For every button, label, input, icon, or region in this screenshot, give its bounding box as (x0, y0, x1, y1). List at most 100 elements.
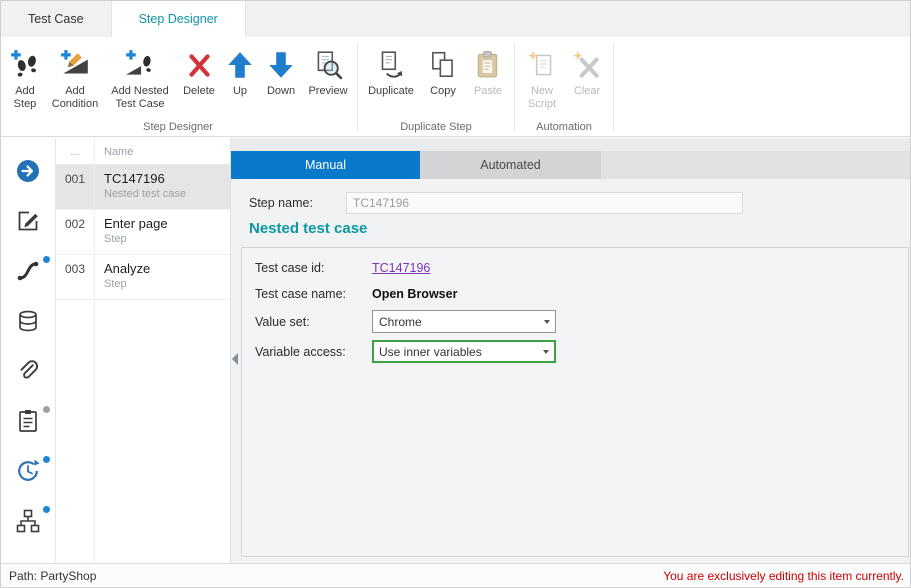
status-bar: Path: PartyShop You are exclusively edit… (1, 563, 910, 587)
collapse-panel-handle[interactable] (232, 353, 238, 365)
chevron-down-icon (543, 350, 549, 354)
edit-icon (15, 208, 41, 234)
checklist-icon (15, 408, 41, 434)
step-list: ... Name 001 TC147196 Nested test case 0… (56, 138, 231, 563)
sidebar-item-hierarchy[interactable] (15, 508, 41, 534)
test-case-id-label: Test case id: (255, 261, 372, 275)
sidebar-item-checklist[interactable] (15, 408, 41, 434)
step-row-name: TC147196 (104, 170, 186, 187)
app-window: Test Case Step Designer Ad (0, 0, 911, 588)
section-title: Nested test case (249, 220, 367, 237)
field-row-test-case-id: Test case id: TC147196 (255, 258, 898, 278)
add-nested-test-case-label: Add NestedTest Case (111, 85, 168, 111)
step-row-003[interactable]: 003 Analyze Step (56, 255, 230, 300)
clear-icon (570, 47, 604, 83)
tab-test-case[interactable]: Test Case (1, 1, 111, 37)
step-list-header: ... Name (56, 138, 230, 165)
delete-button[interactable]: Delete (177, 37, 221, 121)
status-exclusive-edit-message: You are exclusively editing this item cu… (663, 569, 904, 583)
copy-button[interactable]: Copy (420, 37, 466, 121)
ribbon-group-step-designer: Step Designer (3, 121, 353, 133)
step-name-label: Step name: (249, 196, 346, 210)
add-condition-button[interactable]: AddCondition (47, 37, 103, 121)
step-detail-body: Step name: Nested test case Test case id… (231, 179, 910, 563)
delete-icon (182, 47, 216, 83)
step-row-type: Nested test case (104, 187, 186, 202)
preview-label: Preview (308, 85, 347, 98)
step-name-row: Step name: (249, 192, 900, 214)
variable-access-label: Variable access: (255, 345, 372, 359)
new-script-label: NewScript (528, 85, 556, 111)
manual-automated-tabs: Manual Automated (231, 151, 910, 179)
hierarchy-icon (15, 508, 41, 534)
sidebar-item-data[interactable] (15, 308, 41, 334)
step-name-input[interactable] (346, 192, 743, 214)
preview-icon (311, 47, 345, 83)
ribbon: AddStep AddCondition (1, 37, 910, 137)
attachments-icon (15, 358, 41, 384)
ribbon-group-duplicate-step: Duplicate Step (362, 121, 510, 133)
step-row-type: Step (104, 277, 150, 292)
variable-access-dropdown[interactable]: Use inner variables (372, 340, 556, 363)
duplicate-icon (374, 47, 408, 83)
sidebar-item-attachments[interactable] (15, 358, 41, 384)
history-badge-dot (43, 456, 50, 463)
step-row-type: Step (104, 232, 168, 247)
column-header-number: ... (56, 138, 94, 164)
hierarchy-badge-dot (43, 506, 50, 513)
clear-button[interactable]: Clear (565, 37, 609, 121)
chevron-down-icon (544, 320, 550, 324)
ribbon-group-automation: Automation (519, 121, 609, 133)
step-row-name: Enter page (104, 215, 168, 232)
ribbon-group-separator (514, 43, 515, 131)
tab-strip-filler (601, 151, 910, 179)
column-header-name: Name (94, 138, 133, 164)
paste-label: Paste (474, 85, 502, 98)
up-arrow-icon (223, 47, 257, 83)
test-case-id-link[interactable]: TC147196 (372, 261, 430, 275)
down-arrow-icon (264, 47, 298, 83)
left-icon-rail (1, 138, 56, 563)
steps-badge-dot (43, 256, 50, 263)
sidebar-item-navigate[interactable] (15, 158, 41, 184)
add-nested-test-case-button[interactable]: Add NestedTest Case (103, 37, 177, 121)
sidebar-item-edit[interactable] (15, 208, 41, 234)
new-script-button[interactable]: NewScript (519, 37, 565, 121)
step-list-column-divider (94, 138, 95, 563)
step-row-002[interactable]: 002 Enter page Step (56, 210, 230, 255)
step-row-name: Analyze (104, 260, 150, 277)
sidebar-item-steps[interactable] (15, 258, 41, 284)
step-row-001[interactable]: 001 TC147196 Nested test case (56, 165, 230, 210)
paste-icon (471, 47, 505, 83)
value-set-dropdown[interactable]: Chrome (372, 310, 556, 333)
test-case-name-label: Test case name: (255, 287, 372, 301)
checklist-badge-dot (43, 406, 50, 413)
duplicate-button[interactable]: Duplicate (362, 37, 420, 121)
add-condition-icon (58, 47, 92, 83)
down-button[interactable]: Down (259, 37, 303, 121)
ribbon-buttons: AddStep AddCondition (3, 37, 618, 121)
add-step-label: AddStep (14, 85, 37, 111)
tab-automated[interactable]: Automated (420, 151, 601, 179)
add-step-button[interactable]: AddStep (3, 37, 47, 121)
add-nested-test-case-icon (123, 47, 157, 83)
add-step-icon (8, 47, 42, 83)
sidebar-item-history[interactable] (15, 458, 41, 484)
field-row-value-set: Value set: Chrome (255, 310, 898, 333)
history-icon (15, 458, 41, 484)
clear-label: Clear (574, 85, 600, 98)
down-label: Down (267, 85, 295, 98)
tab-step-designer[interactable]: Step Designer (111, 1, 246, 37)
paste-button[interactable]: Paste (466, 37, 510, 121)
ribbon-tab-bar: Test Case Step Designer (1, 1, 910, 37)
navigate-icon (15, 158, 41, 184)
data-icon (15, 308, 41, 334)
delete-label: Delete (183, 85, 215, 98)
preview-button[interactable]: Preview (303, 37, 353, 121)
tab-manual[interactable]: Manual (231, 151, 420, 179)
status-path: Path: PartyShop (9, 569, 96, 583)
steps-icon (15, 258, 41, 284)
step-detail-area: Manual Automated Step name: Nested test … (231, 138, 910, 563)
ribbon-group-separator (357, 43, 358, 131)
up-button[interactable]: Up (221, 37, 259, 121)
